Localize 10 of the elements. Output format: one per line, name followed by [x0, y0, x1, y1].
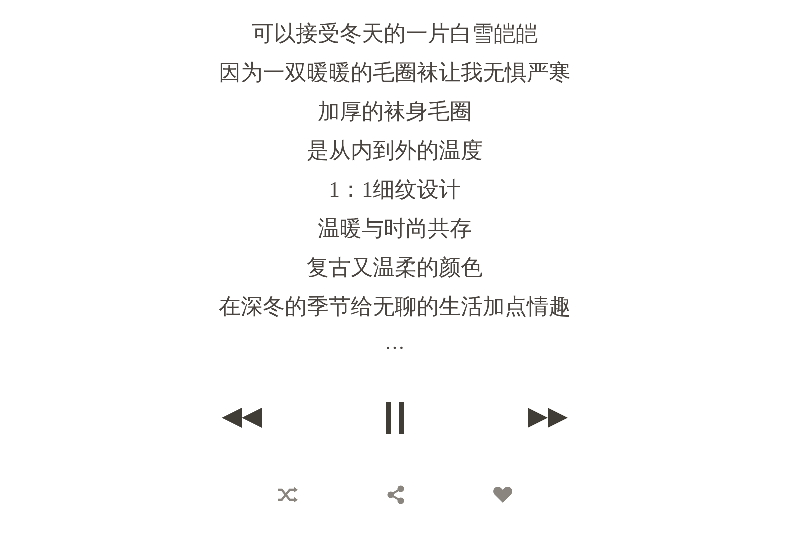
lyric-line: 加厚的袜身毛圈	[318, 98, 472, 126]
lyric-line: 是从内到外的温度	[307, 137, 483, 165]
lyric-line: 温暖与时尚共存	[318, 215, 472, 243]
lyric-line: 可以接受冬天的一片白雪皑皑	[252, 20, 538, 48]
lyric-line: 1：1细纹设计	[329, 176, 461, 204]
lyric-line: 复古又温柔的颜色	[307, 254, 483, 282]
like-button[interactable]	[491, 484, 515, 506]
lyric-line: 在深冬的季节给无聊的生活加点情趣	[219, 293, 571, 321]
lyric-line: 因为一双暖暖的毛圈袜让我无惧严寒	[219, 59, 571, 87]
ellipsis: …	[385, 331, 405, 356]
